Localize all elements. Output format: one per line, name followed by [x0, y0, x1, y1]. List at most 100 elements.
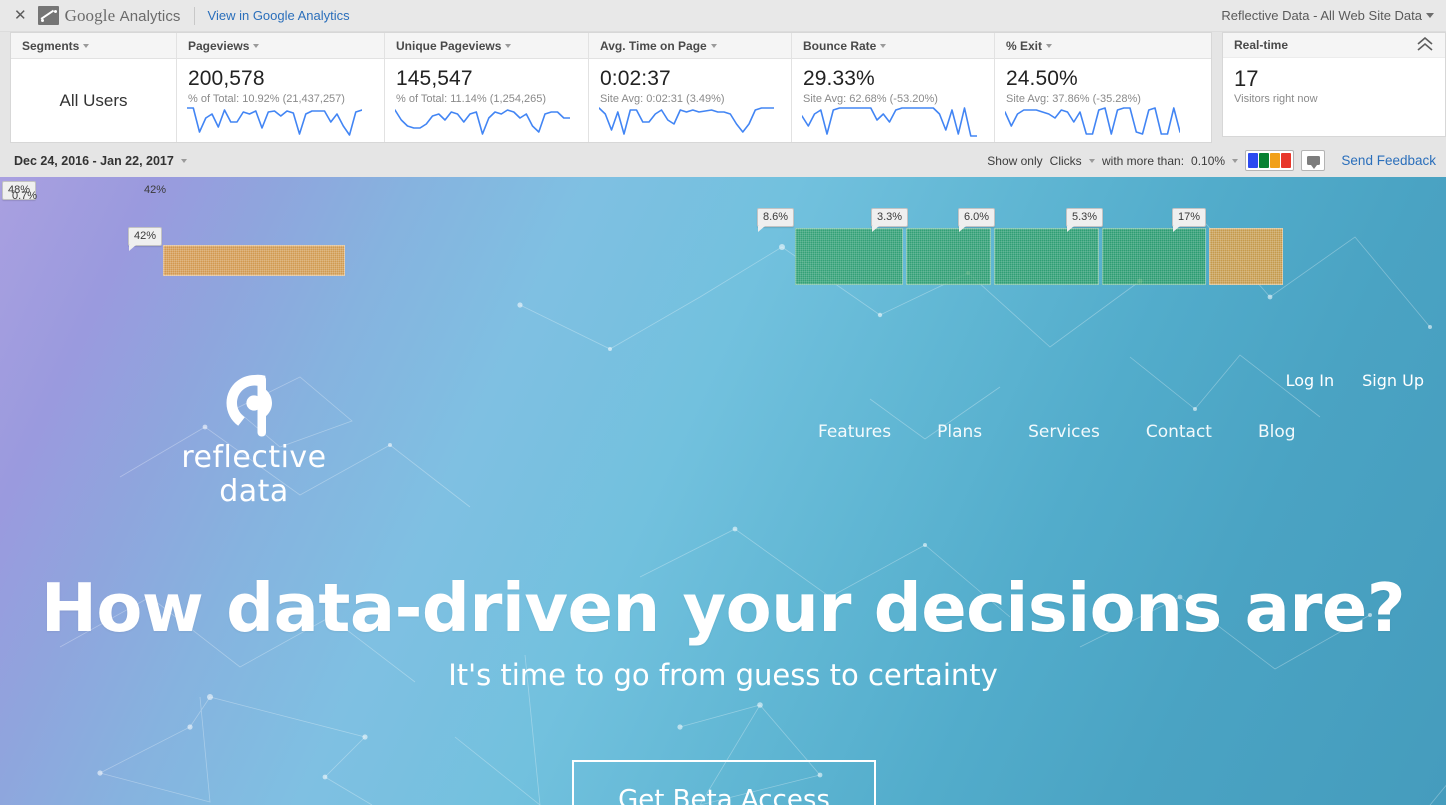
signup-link[interactable]: Sign Up [1362, 371, 1424, 390]
sparkline-chart [187, 103, 362, 139]
metric-value: 145,547 [396, 67, 473, 90]
double-chevron-up-icon[interactable] [1415, 36, 1435, 53]
nav-item-plans[interactable]: Plans [914, 405, 1005, 460]
heatmap-badge-logo[interactable]: 42% [128, 227, 163, 251]
heatmap-badge-legend-right[interactable]: 42% [138, 181, 172, 200]
metrics-strip: Segments All Users Pageviews 200,578 % o… [0, 32, 1446, 144]
google-analytics-logo: Google Analytics [37, 6, 181, 26]
with-more-than-label: with more than: [1102, 153, 1185, 168]
property-selector-label: Reflective Data - All Web Site Data [1221, 8, 1422, 23]
legend-swatch-orange [1270, 153, 1281, 168]
heatmap-badge-features[interactable]: 8.6% [757, 208, 795, 232]
chevron-down-icon [1046, 43, 1053, 48]
legend-swatch-green [1259, 153, 1270, 168]
nav-item-services[interactable]: Services [1005, 405, 1123, 460]
metric-column-bounce-rate: Bounce Rate 29.33% Site Avg: 62.68% (-53… [792, 33, 995, 142]
realtime-header: Real-time [1223, 33, 1445, 58]
metrics-table: Segments All Users Pageviews 200,578 % o… [10, 32, 1212, 143]
heatmap-badge-blog[interactable]: 17% [1172, 208, 1207, 232]
date-range-label: Dec 24, 2016 - Jan 22, 2017 [14, 153, 174, 168]
brand-analytics: Analytics [119, 7, 181, 25]
bubble-glyph [1306, 156, 1320, 169]
heatmap-box-contact[interactable] [1102, 228, 1206, 285]
property-selector[interactable]: Reflective Data - All Web Site Data [1221, 8, 1434, 23]
get-beta-access-button[interactable]: Get Beta Access [572, 760, 876, 805]
metric-body-avg-time-on-page: 0:02:37 Site Avg: 0:02:31 (3.49%) [589, 59, 791, 142]
show-only-label: Show only [987, 153, 1043, 168]
metric-value: 29.33% [803, 67, 875, 90]
metric-header-avg-time-on-page[interactable]: Avg. Time on Page [589, 33, 791, 59]
threshold-select-value: 0.10% [1191, 153, 1226, 168]
controls-right-group: Show only Clicks with more than: 0.10% S… [987, 150, 1436, 171]
heatmap-badge-plans[interactable]: 3.3% [871, 208, 909, 232]
color-legend-icon[interactable] [1245, 150, 1295, 171]
chevron-down-icon [1232, 159, 1239, 164]
sparkline-chart [1005, 103, 1180, 139]
chevron-down-icon [505, 43, 512, 48]
nav-item-features[interactable]: Features [795, 405, 914, 460]
nav-item-blog[interactable]: Blog [1235, 405, 1319, 460]
hero-subtitle: It's time to go from guess to certainty [448, 658, 998, 692]
site-auth-links: Log In Sign Up [1286, 371, 1424, 390]
segments-header-label: Segments [22, 38, 80, 53]
chevron-down-icon [181, 159, 188, 164]
metric-body-percent-exit: 24.50% Site Avg: 37.86% (-35.28%) [995, 59, 1211, 142]
close-icon[interactable]: ✕ [14, 8, 27, 23]
chevron-down-icon [710, 43, 717, 48]
legend-swatch-blue [1248, 153, 1259, 168]
website-preview-frame: reflective data Features Plans Services … [0, 177, 1446, 805]
heatmap-badge-contact[interactable]: 5.3% [1066, 208, 1104, 232]
metric-header-label: Avg. Time on Page [600, 38, 707, 53]
metric-header-label: Bounce Rate [803, 38, 877, 53]
heatmap-box-services[interactable] [994, 228, 1099, 285]
realtime-card: Real-time 17 Visitors right now [1222, 32, 1446, 137]
metric-column-pageviews: Pageviews 200,578 % of Total: 10.92% (21… [177, 33, 385, 142]
heatmap-box-logo[interactable] [163, 245, 345, 276]
metric-header-label: Pageviews [188, 38, 250, 53]
chevron-down-icon [1089, 159, 1095, 164]
site-logo[interactable]: reflective data [163, 373, 345, 509]
cta-label: Get Beta Access [618, 785, 830, 805]
date-range-selector[interactable]: Dec 24, 2016 - Jan 22, 2017 [14, 153, 188, 168]
metric-column-percent-exit: % Exit 24.50% Site Avg: 37.86% (-35.28%) [995, 33, 1211, 142]
controls-bar: Dec 24, 2016 - Jan 22, 2017 Show only Cl… [0, 144, 1446, 177]
realtime-title: Real-time [1234, 38, 1289, 52]
sparkline-chart [395, 103, 570, 139]
reflective-data-logo-icon [226, 374, 272, 437]
view-in-google-analytics-link[interactable]: View in Google Analytics [208, 8, 350, 23]
segment-row[interactable]: All Users [11, 59, 176, 142]
metric-body-bounce-rate: 29.33% Site Avg: 62.68% (-53.20%) [792, 59, 994, 142]
login-link[interactable]: Log In [1286, 371, 1335, 390]
realtime-body: 17 Visitors right now [1223, 58, 1445, 106]
metric-select-value: Clicks [1049, 153, 1082, 168]
tooltip-bubble-icon[interactable] [1301, 150, 1326, 171]
site-navigation: Features Plans Services Contact Blog [795, 405, 1319, 460]
metric-header-bounce-rate[interactable]: Bounce Rate [792, 33, 994, 59]
sparkline-chart [802, 103, 977, 139]
google-analytics-wordmark: Google Analytics [65, 6, 181, 26]
nav-item-contact[interactable]: Contact [1123, 405, 1235, 460]
hero-title: How data-driven your decisions are? [40, 569, 1406, 647]
realtime-visitor-label: Visitors right now [1234, 93, 1318, 105]
heatmap-box-blog[interactable] [1209, 228, 1283, 285]
metric-value: 0:02:37 [600, 67, 671, 90]
chevron-down-icon [880, 43, 887, 48]
metric-header-percent-exit[interactable]: % Exit [995, 33, 1211, 59]
metric-column-unique-pageviews: Unique Pageviews 145,547 % of Total: 11.… [385, 33, 589, 142]
metric-header-unique-pageviews[interactable]: Unique Pageviews [385, 33, 588, 59]
heatmap-badge-services[interactable]: 6.0% [958, 208, 996, 232]
site-logo-text: reflective data [181, 440, 327, 509]
heatmap-box-plans[interactable] [906, 228, 991, 285]
metric-value: 200,578 [188, 67, 265, 90]
metric-header-label: % Exit [1006, 38, 1043, 53]
send-feedback-link[interactable]: Send Feedback [1341, 153, 1436, 168]
metric-select[interactable]: Clicks [1050, 154, 1095, 168]
heatmap-box-features[interactable] [795, 228, 903, 285]
chevron-down-icon [1426, 13, 1434, 18]
metric-header-pageviews[interactable]: Pageviews [177, 33, 384, 59]
legend-swatch-red [1281, 153, 1292, 168]
heatmap-badge-legend-b[interactable]: 0.7% [6, 187, 43, 206]
segments-header[interactable]: Segments [11, 33, 176, 59]
threshold-select[interactable]: 0.10% [1191, 153, 1239, 168]
realtime-visitor-count: 17 [1234, 66, 1259, 91]
